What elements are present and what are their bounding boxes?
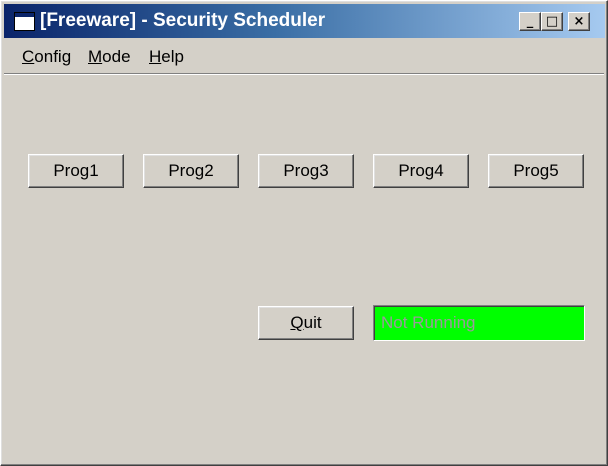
menu-bar: Config Mode Help (4, 41, 605, 71)
title-bar[interactable]: [Freeware] - Security Scheduler _ □ × (4, 4, 605, 38)
quit-button[interactable]: Quit (258, 306, 354, 340)
maximize-button[interactable]: □ (541, 12, 563, 31)
menu-help[interactable]: Help (149, 47, 184, 67)
prog1-button[interactable]: Prog1 (28, 154, 124, 188)
prog5-button[interactable]: Prog5 (488, 154, 584, 188)
prog2-button[interactable]: Prog2 (143, 154, 239, 188)
window-app-icon[interactable] (14, 12, 35, 31)
status-indicator: Not Running (373, 305, 585, 341)
main-window: [Freeware] - Security Scheduler _ □ × Co… (0, 0, 608, 466)
window-title: [Freeware] - Security Scheduler (40, 10, 326, 31)
prog4-button[interactable]: Prog4 (373, 154, 469, 188)
menu-config[interactable]: Config (22, 47, 71, 67)
close-button[interactable]: × (568, 12, 590, 31)
menu-mode[interactable]: Mode (88, 47, 131, 67)
prog3-button[interactable]: Prog3 (258, 154, 354, 188)
minimize-button[interactable]: _ (519, 12, 541, 31)
menu-separator (4, 73, 604, 75)
